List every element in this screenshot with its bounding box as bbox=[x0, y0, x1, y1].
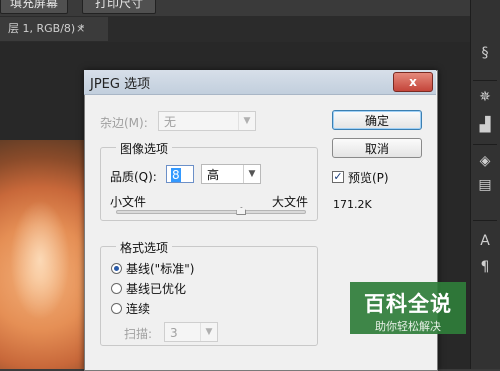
scans-select-value: 3 bbox=[170, 326, 178, 340]
matte-label: 杂边(M): bbox=[100, 116, 148, 130]
watermark-subtitle: 助你轻松解决 bbox=[375, 320, 441, 333]
chevron-down-icon: ▼ bbox=[243, 165, 260, 183]
scans-label: 扫描: bbox=[124, 327, 153, 341]
panel-divider bbox=[473, 220, 497, 221]
navigator-icon[interactable]: ✵ bbox=[476, 88, 494, 106]
quality-preset-value: 高 bbox=[207, 168, 220, 182]
format-options-legend: 格式选项 bbox=[116, 239, 173, 256]
baseline-optimized-radio[interactable] bbox=[111, 283, 122, 294]
cancel-button[interactable]: 取消 bbox=[332, 138, 422, 158]
matte-select-value: 无 bbox=[164, 115, 177, 129]
baseline-standard-label: 基线("标准") bbox=[126, 262, 195, 276]
scans-select[interactable]: 3 ▼ bbox=[164, 322, 218, 342]
progressive-radio[interactable] bbox=[111, 303, 122, 314]
quality-input-value: 8 bbox=[171, 168, 181, 182]
paragraph-icon[interactable]: ¶ bbox=[476, 258, 494, 276]
baseline-optimized-label: 基线已优化 bbox=[126, 282, 187, 296]
character-icon[interactable]: A bbox=[476, 232, 494, 250]
quality-slider-track[interactable] bbox=[116, 210, 306, 214]
options-bar bbox=[0, 0, 500, 16]
panel-divider bbox=[473, 144, 497, 145]
chevron-down-icon: ▼ bbox=[200, 323, 217, 341]
watermark-title: 百科全说 bbox=[364, 292, 452, 316]
close-dialog-button[interactable]: x bbox=[393, 72, 433, 92]
image-options-legend: 图像选项 bbox=[116, 140, 173, 157]
preview-checkbox[interactable]: ✓ bbox=[332, 171, 344, 183]
paragraph-styles-icon[interactable]: § bbox=[476, 44, 494, 62]
photo-highlight bbox=[10, 200, 70, 320]
quality-preset-select[interactable]: 高 ▼ bbox=[201, 164, 261, 184]
dialog-title: JPEG 选项 bbox=[90, 77, 151, 92]
baseline-standard-radio[interactable] bbox=[111, 263, 122, 274]
preview-label: 预览(P) bbox=[348, 171, 389, 185]
fill-screen-button[interactable]: 填充屏幕 bbox=[0, 0, 68, 14]
quality-label: 品质(Q): bbox=[110, 170, 157, 184]
quality-input[interactable]: 8 bbox=[166, 165, 194, 183]
layers-icon[interactable]: ▤ bbox=[476, 176, 494, 194]
histogram-icon[interactable]: ▟ bbox=[476, 116, 494, 134]
large-file-label: 大文件 bbox=[272, 195, 309, 209]
progressive-label: 连续 bbox=[126, 302, 151, 316]
matte-select[interactable]: 无 ▼ bbox=[158, 111, 256, 131]
document-tab[interactable]: 层 1, RGB/8) * × bbox=[0, 17, 108, 41]
chevron-down-icon: ▼ bbox=[238, 112, 255, 130]
ok-button[interactable]: 确定 bbox=[332, 110, 422, 130]
small-file-label: 小文件 bbox=[110, 195, 147, 209]
file-size-text: 171.2K bbox=[333, 198, 372, 211]
3d-cube-icon[interactable]: ◈ bbox=[476, 152, 494, 170]
print-size-button[interactable]: 打印尺寸 bbox=[82, 0, 156, 14]
document-tab-title: 层 1, RGB/8) * bbox=[8, 22, 85, 35]
panel-divider bbox=[473, 80, 497, 81]
close-tab-icon[interactable]: × bbox=[76, 17, 85, 41]
